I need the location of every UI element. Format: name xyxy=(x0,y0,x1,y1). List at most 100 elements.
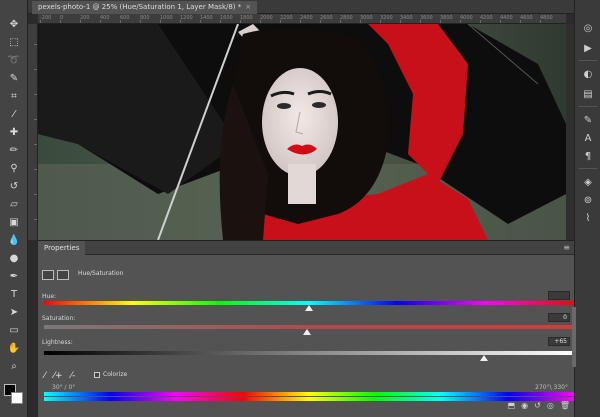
clip-to-layer-icon[interactable]: ⬒ xyxy=(508,401,516,410)
layers-icon[interactable]: ◈ xyxy=(580,174,596,190)
ruler-tick xyxy=(100,20,101,23)
ruler-label: 4000 xyxy=(460,15,473,21)
lasso-icon[interactable]: ➰ xyxy=(4,52,24,68)
crop-icon[interactable]: ⌗ xyxy=(4,88,24,104)
saturation-input[interactable]: 0 xyxy=(548,313,570,322)
dodge-icon[interactable]: ● xyxy=(4,250,24,266)
zoom-icon[interactable]: ⌕ xyxy=(4,358,24,374)
properties-scrollbar[interactable] xyxy=(572,307,576,367)
saturation-slider-handle[interactable] xyxy=(303,329,311,335)
path-select-icon[interactable]: ➤ xyxy=(4,304,24,320)
eyedropper-minus-icon[interactable]: ⁄- xyxy=(71,371,76,381)
history-brush-icon[interactable]: ↺ xyxy=(4,178,24,194)
document-tab-bar: pexels-photo-1 @ 25% (Hue/Saturation 1, … xyxy=(28,0,574,14)
document-tab[interactable]: pexels-photo-1 @ 25% (Hue/Saturation 1, … xyxy=(32,1,258,14)
blur-icon[interactable]: 💧 xyxy=(4,232,24,248)
color-swatches[interactable] xyxy=(4,384,24,406)
lightness-input[interactable]: +65 xyxy=(548,337,570,346)
ruler-top: -200 0 200 400 600 800 1000 1200 1400 1600 1800 200… xyxy=(38,14,566,24)
range-start: 30° / 0° xyxy=(52,384,76,391)
ruler-label: 2800 xyxy=(340,15,353,21)
ruler-left xyxy=(28,24,38,240)
eyedropper-icon[interactable]: ⁄ xyxy=(44,371,46,381)
delete-icon[interactable]: 🗑 xyxy=(560,401,570,410)
ruler-label: 4800 xyxy=(540,15,553,21)
ruler-tick xyxy=(520,20,521,23)
ruler-label: 2600 xyxy=(320,15,333,21)
ruler-label: 4400 xyxy=(500,15,513,21)
ruler-label: 4600 xyxy=(520,15,533,21)
hand-icon[interactable]: ✋ xyxy=(4,340,24,356)
colorize-option[interactable]: Colorize xyxy=(94,371,127,378)
ruler-label: 3400 xyxy=(400,15,413,21)
adjustment-mask-toggle xyxy=(42,270,69,282)
eraser-icon[interactable]: ▱ xyxy=(4,196,24,212)
panel-menu-icon[interactable]: ≡ xyxy=(563,243,570,252)
tab-properties[interactable]: Properties xyxy=(38,241,86,255)
document-canvas[interactable] xyxy=(38,24,566,240)
paragraph-icon[interactable]: ¶ xyxy=(580,148,596,164)
ruler-label: 3000 xyxy=(360,15,373,21)
ruler-tick xyxy=(540,20,541,23)
adjustments-icon[interactable]: ◐ xyxy=(580,66,596,82)
hue-input[interactable] xyxy=(548,291,570,300)
character-icon[interactable]: A xyxy=(580,130,596,146)
eyedropper-icon[interactable]: ⁄ xyxy=(4,106,24,122)
ruler-tick xyxy=(440,20,441,23)
properties-panel: Properties ≡ Hue/Saturation Hue: Saturat… xyxy=(38,240,576,417)
channels-icon[interactable]: ⊚ xyxy=(580,192,596,208)
history-icon[interactable]: ◎ xyxy=(580,20,596,36)
ruler-tick xyxy=(240,20,241,23)
ruler-label: 600 xyxy=(120,15,130,21)
rectangle-icon[interactable]: ▭ xyxy=(4,322,24,338)
ruler-tick xyxy=(180,20,181,23)
spectrum-bar-bottom xyxy=(44,397,574,401)
brushes-icon[interactable]: ✎ xyxy=(580,112,596,128)
ruler-tick xyxy=(380,20,381,23)
ruler-tick xyxy=(340,20,341,23)
visibility-icon[interactable]: ◎ xyxy=(547,401,554,410)
ruler-label: -200 xyxy=(40,15,52,21)
ruler-label: 2400 xyxy=(300,15,313,21)
eyedropper-tools: ⁄ ⁄+ ⁄- xyxy=(44,371,75,381)
tools-panel: ✥ ⬚ ➰ ✎ ⌗ ⁄ ✚ ✏ ⚲ ↺ ▱ ▣ 💧 ● ✒ T ➤ ▭ ✋ ⌕ xyxy=(0,0,28,417)
ruler-label: 2000 xyxy=(260,15,273,21)
ruler-tick xyxy=(360,20,361,23)
move-icon[interactable]: ✥ xyxy=(4,16,24,32)
eyedropper-plus-icon[interactable]: ⁄+ xyxy=(54,371,63,381)
spectrum-bar-top xyxy=(44,392,574,396)
close-icon[interactable]: × xyxy=(245,3,251,11)
lightness-slider-track[interactable] xyxy=(44,351,574,355)
view-previous-icon[interactable]: ◉ xyxy=(521,401,528,410)
lightness-slider-handle[interactable] xyxy=(480,355,488,361)
paths-icon[interactable]: ⌇ xyxy=(580,210,596,226)
gradient-icon[interactable]: ▣ xyxy=(4,214,24,230)
hue-label: Hue: xyxy=(42,293,57,300)
pen-icon[interactable]: ✒ xyxy=(4,268,24,284)
reset-icon[interactable]: ↺ xyxy=(534,401,541,410)
stamp-icon[interactable]: ⚲ xyxy=(4,160,24,176)
layer-mask-icon[interactable] xyxy=(57,270,69,280)
colorize-checkbox[interactable] xyxy=(94,371,100,378)
ruler-tick xyxy=(60,20,61,23)
lightness-label: Lightness: xyxy=(42,339,73,346)
ruler-label: 1000 xyxy=(160,15,173,21)
properties-footer: ⬒ ◉ ↺ ◎ 🗑 xyxy=(508,401,570,410)
healing-icon[interactable]: ✚ xyxy=(4,124,24,140)
marquee-icon[interactable]: ⬚ xyxy=(4,34,24,50)
actions-icon[interactable]: ▶ xyxy=(580,40,596,56)
type-icon[interactable]: T xyxy=(4,286,24,302)
adjustment-layer-icon[interactable] xyxy=(42,270,54,280)
ruler-label: 200 xyxy=(80,15,90,21)
hue-slider-handle[interactable] xyxy=(305,305,313,311)
brush-icon[interactable]: ✏ xyxy=(4,142,24,158)
ruler-label: 3600 xyxy=(420,15,433,21)
canvas-scrollbar[interactable] xyxy=(566,24,574,240)
quick-select-icon[interactable]: ✎ xyxy=(4,70,24,86)
ruler-label: 2200 xyxy=(280,15,293,21)
libraries-icon[interactable]: ▤ xyxy=(580,86,596,102)
background-color[interactable] xyxy=(11,392,23,404)
ruler-tick xyxy=(480,20,481,23)
ruler-label: 1800 xyxy=(240,15,253,21)
ruler-tick xyxy=(200,20,201,23)
